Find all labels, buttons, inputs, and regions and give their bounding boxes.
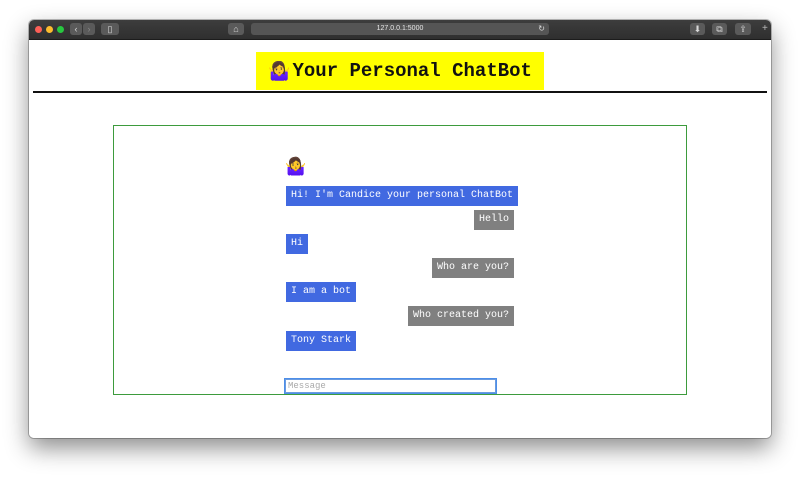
home-icon: ⌂ [233,24,239,34]
browser-toolbar: ‹ › ▯ ⌂ 127.0.0.1:5000 ↻ ⬇ ⧉ ⇪ + [29,20,771,40]
page-header: 🤷‍♀️ Your Personal ChatBot [256,52,544,90]
chevron-right-icon: › [87,24,91,34]
url-text: 127.0.0.1:5000 [376,25,424,32]
user-message: Who created you? [407,306,514,326]
share-icon: ⇪ [739,24,747,34]
close-window-button[interactable] [35,26,42,33]
downloads-button[interactable]: ⬇ [690,23,705,35]
address-bar[interactable]: 127.0.0.1:5000 ↻ [251,23,549,35]
share-button[interactable]: ⇪ [735,23,751,35]
bot-message: I am a bot [286,282,357,302]
tabs-icon: ⧉ [716,24,723,34]
shrug-emoji-icon: 🤷‍♀️ [268,60,291,81]
bot-message: Hi [286,234,309,254]
forward-button[interactable]: › [83,23,95,35]
zoom-window-button[interactable] [57,26,64,33]
sidebar-icon: ▯ [107,24,113,34]
home-button[interactable]: ⌂ [228,23,244,35]
minimize-window-button[interactable] [46,26,53,33]
plus-icon: + [762,23,768,34]
chat-box: 🤷‍♀️ Hi! I'm Candice your personal ChatB… [113,125,687,395]
page-content: 🤷‍♀️ Your Personal ChatBot 🤷‍♀️ Hi! I'm … [29,40,771,438]
chevron-left-icon: ‹ [74,24,78,34]
user-message: Hello [473,210,514,230]
sidebar-toggle-button[interactable]: ▯ [101,23,119,35]
browser-window: ‹ › ▯ ⌂ 127.0.0.1:5000 ↻ ⬇ ⧉ ⇪ + 🤷‍♀️ Yo… [29,20,771,438]
user-message: Who are you? [431,258,514,278]
reload-icon[interactable]: ↻ [538,23,545,35]
new-tab-button[interactable]: + [762,24,768,34]
bot-message: Hi! I'm Candice your personal ChatBot [286,186,519,206]
page-title: Your Personal ChatBot [292,60,532,82]
message-input[interactable] [285,379,496,393]
download-icon: ⬇ [693,24,702,34]
back-button[interactable]: ‹ [70,23,82,35]
tabs-overview-button[interactable]: ⧉ [712,23,727,35]
header-divider [33,91,767,93]
bot-message: Tony Stark [286,331,357,351]
bot-avatar-icon: 🤷‍♀️ [285,157,307,176]
